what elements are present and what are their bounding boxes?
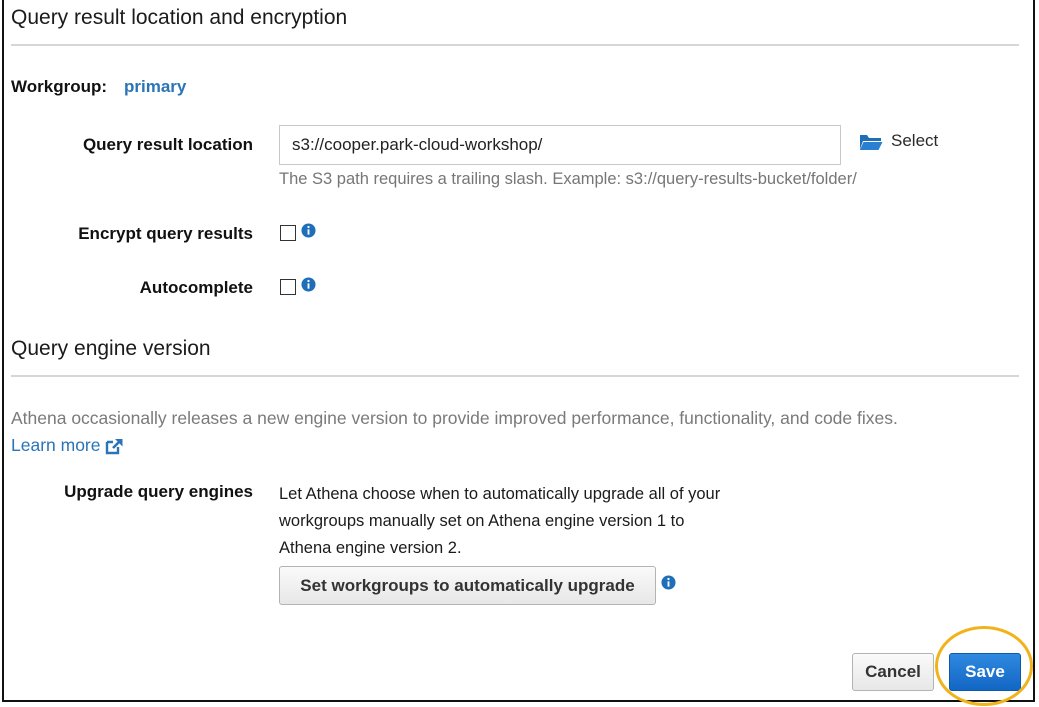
- learn-more-label: Learn more: [11, 435, 101, 455]
- encrypt-query-results-label: Encrypt query results: [78, 224, 253, 243]
- upgrade-description-line: workgroups manually set on Athena engine…: [279, 512, 685, 530]
- learn-more-link[interactable]: Learn more: [11, 435, 124, 456]
- info-icon[interactable]: [661, 575, 676, 590]
- info-icon[interactable]: [301, 223, 316, 238]
- select-location-button[interactable]: Select: [859, 131, 938, 151]
- encrypt-query-results-checkbox[interactable]: [280, 225, 296, 241]
- folder-open-icon: [859, 134, 883, 150]
- cancel-button[interactable]: Cancel: [852, 653, 934, 691]
- engine-description: Athena occasionally releases a new engin…: [11, 408, 898, 428]
- query-result-location-input[interactable]: [279, 125, 841, 165]
- info-icon[interactable]: [301, 277, 316, 292]
- section-divider: [11, 375, 1019, 377]
- set-auto-upgrade-button[interactable]: Set workgroups to automatically upgrade: [279, 566, 656, 605]
- engine-section-title: Query engine version: [11, 337, 211, 360]
- workgroup-label: Workgroup:: [11, 77, 108, 96]
- workgroup-value[interactable]: primary: [124, 77, 186, 97]
- select-label: Select: [891, 131, 939, 150]
- autocomplete-checkbox[interactable]: [280, 279, 296, 295]
- location-hint: The S3 path requires a trailing slash. E…: [279, 170, 857, 188]
- query-result-section-title: Query result location and encryption: [11, 6, 348, 29]
- query-result-location-label: Query result location: [82, 135, 253, 154]
- upgrade-description-line: Athena engine version 2.: [279, 539, 462, 557]
- autocomplete-label: Autocomplete: [139, 278, 253, 297]
- section-divider: [11, 44, 1019, 46]
- upgrade-description: Let Athena choose when to automatically …: [279, 481, 769, 562]
- upgrade-query-engines-label: Upgrade query engines: [64, 482, 253, 501]
- external-link-icon: [105, 438, 122, 454]
- save-highlight-annotation: [935, 626, 1033, 706]
- upgrade-description-line: Let Athena choose when to automatically …: [279, 485, 721, 503]
